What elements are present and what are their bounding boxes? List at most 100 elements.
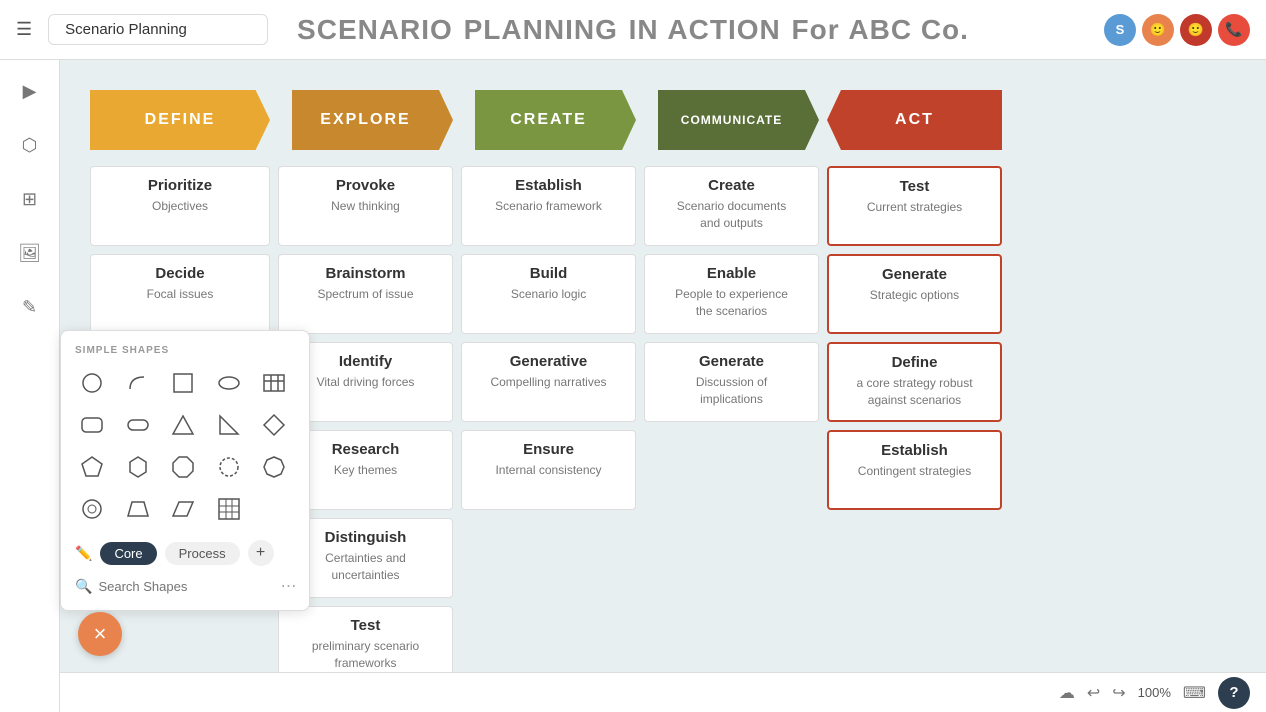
card-title: Generate <box>657 353 806 370</box>
tab-process[interactable]: Process <box>165 542 240 565</box>
zoom-level: 100% <box>1138 685 1171 700</box>
tab-core[interactable]: Core <box>100 542 156 565</box>
help-button[interactable]: ? <box>1218 677 1250 709</box>
card-brainstorm[interactable]: Brainstorm Spectrum of issue <box>278 254 453 334</box>
act-arrow: ACT <box>827 90 1002 150</box>
card-title: Prioritize <box>103 177 257 194</box>
sidebar-item-shapes[interactable]: ⬡ <box>11 126 49 164</box>
card-sub: preliminary scenario frameworks <box>291 638 440 672</box>
shape-arc[interactable] <box>121 366 155 400</box>
avatar-3[interactable]: 🙂 <box>1180 14 1212 46</box>
shape-rounded-rect[interactable] <box>75 408 109 442</box>
define-header: DEFINE <box>90 90 270 150</box>
redo-icon[interactable]: ↪ <box>1112 683 1125 703</box>
left-sidebar: ▶ ⬡ ⊞ 🖼 ✎ <box>0 60 60 712</box>
menu-icon[interactable]: ☰ <box>16 19 32 40</box>
shape-pentagon[interactable] <box>75 450 109 484</box>
fab-close-button[interactable]: × <box>78 612 122 656</box>
shape-circle-3[interactable] <box>75 492 109 526</box>
card-test-act[interactable]: Test Current strategies <box>827 166 1002 246</box>
shapes-panel-title: SIMPLE SHAPES <box>75 345 295 356</box>
card-define-act[interactable]: Define a core strategy robust against sc… <box>827 342 1002 422</box>
create-header: CREATE <box>461 90 636 150</box>
card-provoke[interactable]: Provoke New thinking <box>278 166 453 246</box>
define-arrow: DEFINE <box>90 90 270 150</box>
shape-hexagon[interactable] <box>121 450 155 484</box>
shape-ellipse[interactable] <box>212 366 246 400</box>
card-title: Brainstorm <box>291 265 440 282</box>
col-create: CREATE Establish Scenario framework Buil… <box>461 90 636 518</box>
header-word-3: IN ACTION <box>620 14 781 46</box>
document-title[interactable]: Scenario Planning <box>48 14 268 45</box>
sidebar-item-cursor[interactable]: ▶ <box>11 72 49 110</box>
sidebar-item-image[interactable]: 🖼 <box>11 234 49 272</box>
shape-grid[interactable] <box>212 492 246 526</box>
communicate-header: COMMUNICATE <box>644 90 819 150</box>
avatar-group: S 🙂 🙂 📞 <box>1104 14 1250 46</box>
card-title: Build <box>474 265 623 282</box>
header-word-4: For ABC Co. <box>783 14 969 46</box>
card-prioritize[interactable]: Prioritize Objectives <box>90 166 270 246</box>
card-test-explore[interactable]: Test preliminary scenario frameworks <box>278 606 453 672</box>
col-communicate: COMMUNICATE Create Scenario documents an… <box>644 90 819 430</box>
shape-diamond[interactable] <box>257 408 291 442</box>
shape-square[interactable] <box>166 366 200 400</box>
shape-circle-2[interactable] <box>212 450 246 484</box>
shapes-panel: SIMPLE SHAPES ✏️ Core Process + 🔍 ⋯ <box>60 330 310 611</box>
card-sub: Focal issues <box>103 286 257 303</box>
card-establish-act[interactable]: Establish Contingent strategies <box>827 430 1002 510</box>
keyboard-icon[interactable]: ⌨ <box>1183 683 1206 703</box>
card-sub: Scenario documents and outputs <box>657 198 806 232</box>
card-title: Generate <box>841 266 988 283</box>
shape-decagon[interactable] <box>257 450 291 484</box>
card-title: Create <box>657 177 806 194</box>
sidebar-item-draw[interactable]: ✎ <box>11 288 49 326</box>
card-title: Establish <box>841 442 988 459</box>
sidebar-item-grid[interactable]: ⊞ <box>11 180 49 218</box>
card-title: Ensure <box>474 441 623 458</box>
shape-stadium[interactable] <box>121 408 155 442</box>
card-generate-comm[interactable]: Generate Discussion of implications <box>644 342 819 422</box>
shape-trapezoid[interactable] <box>121 492 155 526</box>
card-create-comm[interactable]: Create Scenario documents and outputs <box>644 166 819 246</box>
card-decide[interactable]: Decide Focal issues <box>90 254 270 334</box>
card-title: Provoke <box>291 177 440 194</box>
shape-table[interactable] <box>257 366 291 400</box>
shape-parallelogram[interactable] <box>166 492 200 526</box>
header-word-1: SCENARIO <box>297 14 453 46</box>
card-enable[interactable]: Enable People to experience the scenario… <box>644 254 819 334</box>
card-build[interactable]: Build Scenario logic <box>461 254 636 334</box>
card-title: Test <box>841 178 988 195</box>
card-sub: New thinking <box>291 198 440 215</box>
card-sub: People to experience the scenarios <box>657 286 806 320</box>
avatar-2[interactable]: 🙂 <box>1142 14 1174 46</box>
shape-octagon[interactable] <box>166 450 200 484</box>
card-generative[interactable]: Generative Compelling narratives <box>461 342 636 422</box>
search-input[interactable] <box>98 579 274 594</box>
card-title: Define <box>841 354 988 371</box>
cloud-icon[interactable]: ☁ <box>1059 683 1075 703</box>
undo-icon[interactable]: ↩ <box>1087 683 1100 703</box>
more-icon[interactable]: ⋯ <box>280 576 296 596</box>
shape-right-triangle[interactable] <box>212 408 246 442</box>
card-sub: Compelling narratives <box>474 374 623 391</box>
header-word-2: PLANNING <box>455 14 618 46</box>
shape-circle[interactable] <box>75 366 109 400</box>
shape-tabs-row: ✏️ Core Process + <box>75 540 295 566</box>
card-title: Establish <box>474 177 623 194</box>
explore-arrow: EXPLORE <box>278 90 453 150</box>
avatar-1[interactable]: S <box>1104 14 1136 46</box>
card-generate-act[interactable]: Generate Strategic options <box>827 254 1002 334</box>
shape-triangle[interactable] <box>166 408 200 442</box>
card-establish-create[interactable]: Establish Scenario framework <box>461 166 636 246</box>
col-define: DEFINE Prioritize Objectives Decide Foca… <box>90 90 270 342</box>
shapes-search-row: 🔍 ⋯ <box>75 576 295 596</box>
tab-add-button[interactable]: + <box>248 540 274 566</box>
card-sub: Objectives <box>103 198 257 215</box>
call-icon[interactable]: 📞 <box>1218 14 1250 46</box>
card-title: Generative <box>474 353 623 370</box>
card-ensure[interactable]: Ensure Internal consistency <box>461 430 636 510</box>
card-sub: Discussion of implications <box>657 374 806 408</box>
card-sub: Vital driving forces <box>291 374 440 391</box>
card-sub: Certainties and uncertainties <box>291 550 440 584</box>
